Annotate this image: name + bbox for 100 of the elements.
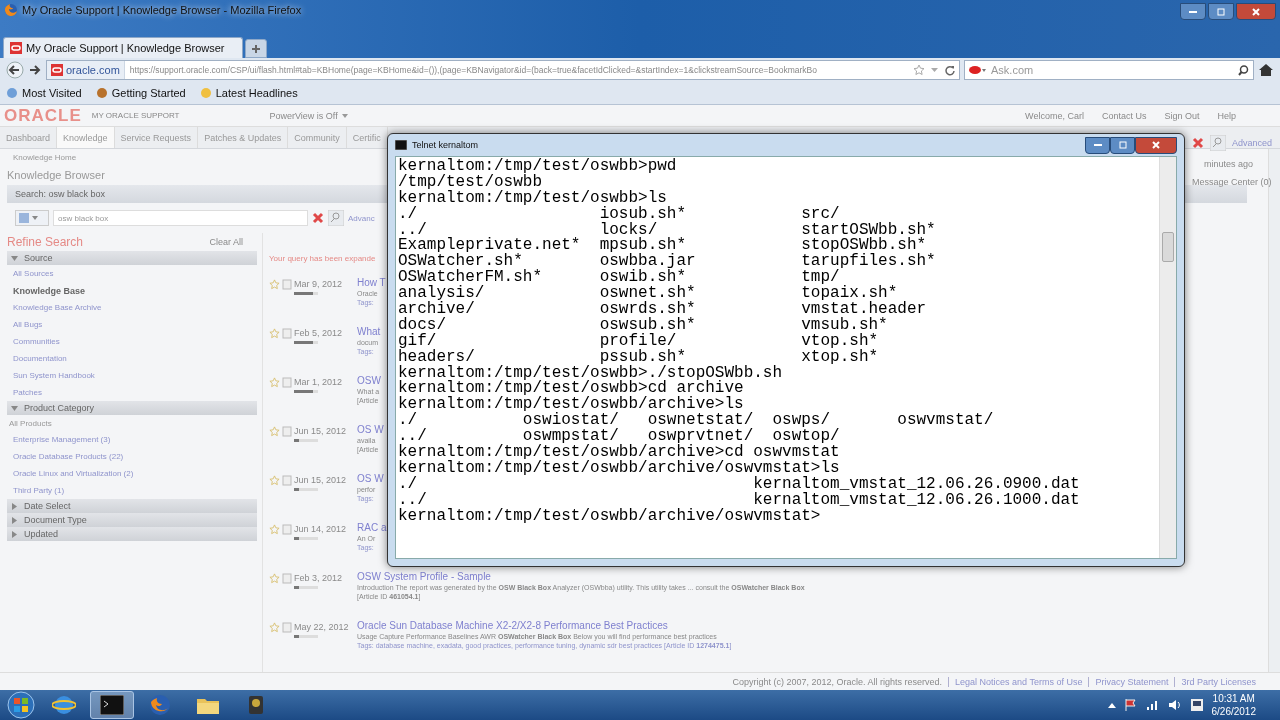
flag-icon[interactable] bbox=[1123, 698, 1138, 712]
star-icon[interactable] bbox=[269, 524, 280, 535]
search-engine-icon[interactable] bbox=[969, 65, 987, 75]
terminal-line: analysis/ oswnet.sh* topaix.sh* bbox=[398, 286, 898, 302]
expanded-triangle-icon[interactable] bbox=[11, 254, 18, 262]
back-icon[interactable] bbox=[6, 61, 24, 79]
star-icon[interactable] bbox=[269, 328, 280, 339]
result-title[interactable]: OS W bbox=[357, 424, 384, 435]
footer-link[interactable]: 3rd Party Licenses bbox=[1174, 676, 1256, 687]
maximize-button[interactable] bbox=[1110, 136, 1135, 154]
filter-link[interactable]: All Bugs bbox=[7, 316, 257, 333]
search-field[interactable]: Ask.com bbox=[964, 60, 1254, 80]
filter-label: All Products bbox=[8, 417, 53, 430]
minimize-button[interactable] bbox=[1085, 136, 1110, 154]
taskbar-button[interactable] bbox=[90, 691, 134, 719]
browser-icon[interactable] bbox=[148, 693, 172, 717]
filter-link[interactable]: Enterprise Management (3) bbox=[7, 431, 257, 448]
star-icon[interactable] bbox=[269, 377, 280, 388]
terminal-icon[interactable] bbox=[100, 695, 124, 715]
result-title[interactable]: RAC a bbox=[357, 522, 387, 533]
nav-tab[interactable]: Knowledge bbox=[57, 127, 115, 148]
browser-tab[interactable]: My Oracle Support | Knowledge Browser bbox=[3, 37, 243, 58]
nav-tab[interactable]: Community bbox=[288, 127, 347, 148]
result-title[interactable]: OSW System Profile - Sample bbox=[357, 571, 491, 582]
signal-icon[interactable] bbox=[1145, 699, 1160, 711]
header-link[interactable]: Help bbox=[1217, 110, 1236, 121]
forward-icon[interactable] bbox=[28, 63, 42, 77]
search-icon[interactable] bbox=[1238, 64, 1249, 76]
volume-icon[interactable] bbox=[1167, 699, 1182, 711]
filter-link[interactable]: Documentation bbox=[7, 350, 257, 367]
expanded-triangle-icon[interactable] bbox=[11, 404, 18, 412]
star-icon[interactable] bbox=[269, 475, 280, 486]
filter-link[interactable]: Knowledge Base bbox=[7, 282, 257, 299]
tray-arrow-icon[interactable] bbox=[1107, 702, 1116, 708]
terminal-line: kernaltom:/tmp/test/oswbb/archive/oswvmstat> bbox=[398, 508, 821, 525]
query-field[interactable]: osw black box bbox=[53, 210, 308, 226]
bookmark-icon bbox=[6, 87, 18, 99]
nav-tab[interactable]: Patches & Updates bbox=[198, 127, 289, 148]
footer-link[interactable]: Legal Notices and Terms of Use bbox=[948, 676, 1083, 687]
star-icon[interactable] bbox=[913, 64, 925, 76]
clear-icon[interactable] bbox=[1192, 137, 1204, 149]
section-header[interactable]: Date Select bbox=[7, 499, 257, 513]
reload-icon[interactable] bbox=[944, 64, 955, 76]
scrollbar-thumb[interactable] bbox=[1162, 232, 1174, 262]
star-icon[interactable] bbox=[269, 426, 280, 437]
terminal-title: Telnet kernaltom bbox=[412, 140, 479, 150]
nav-tab[interactable]: Service Requests bbox=[114, 127, 199, 148]
result-title[interactable]: Oracle Sun Database Machine X2-2/X2-8 Performance Best Practices bbox=[357, 620, 668, 631]
bookmark-link[interactable]: Getting Started bbox=[95, 87, 186, 99]
view-dropdown[interactable]: PowerView is Off bbox=[269, 110, 348, 121]
address-field[interactable]: oracle.com https://support.oracle.com/CSP/ui/flash.html#tab=KBHome(page=KBHome&id=()),(page=KBNavigator&id=(back=true&facetIdClicked=&startIndex=1&clickstreamSource=BookmarkBo bbox=[46, 60, 960, 80]
terminal-line: docs/ oswsub.sh* vmsub.sh* bbox=[398, 317, 888, 334]
footer-link[interactable]: Privacy Statement bbox=[1088, 676, 1169, 687]
star-icon[interactable] bbox=[269, 279, 280, 290]
filter-link[interactable]: All Sources bbox=[7, 265, 257, 282]
filter-link[interactable]: Oracle Linux and Virtualization (2) bbox=[7, 465, 257, 482]
result-title[interactable]: What bbox=[357, 326, 381, 337]
breadcrumb-link[interactable]: Knowledge Home bbox=[7, 149, 77, 165]
filter-link[interactable]: Patches bbox=[7, 384, 257, 401]
section-header[interactable]: Document Type bbox=[7, 513, 257, 527]
result-title[interactable]: OSW bbox=[357, 375, 381, 386]
clock[interactable]: 10:31 AM 6/26/2012 bbox=[1211, 692, 1256, 718]
header-link[interactable]: Contact Us bbox=[1101, 110, 1147, 121]
clear-icon[interactable] bbox=[312, 212, 324, 224]
bookmark-link[interactable]: Most Visited bbox=[6, 87, 82, 99]
section-header[interactable]: Source bbox=[7, 251, 257, 265]
advanced-link[interactable]: Advanced bbox=[1232, 138, 1273, 148]
message-center-link[interactable]: Message Center (0) bbox=[1192, 177, 1272, 187]
result-title[interactable]: How T bbox=[357, 277, 386, 288]
maximize-icon bbox=[1118, 141, 1127, 149]
section-header[interactable]: Product Category bbox=[7, 401, 257, 415]
globe-icon[interactable] bbox=[52, 693, 76, 717]
result-title[interactable]: OS W bbox=[357, 473, 384, 484]
new-tab-button[interactable] bbox=[245, 39, 267, 58]
bookmark-link[interactable]: Latest Headlines bbox=[199, 87, 298, 99]
close-button[interactable] bbox=[1236, 3, 1276, 20]
close-button[interactable] bbox=[1135, 136, 1177, 154]
home-icon[interactable] bbox=[1258, 63, 1274, 77]
scrollbar[interactable] bbox=[1159, 157, 1176, 558]
star-icon[interactable] bbox=[269, 622, 280, 633]
maximize-button[interactable] bbox=[1208, 3, 1234, 20]
filter-link[interactable]: Oracle Database Products (22) bbox=[7, 448, 257, 465]
filter-link[interactable]: Knowledge Base Archive bbox=[7, 299, 257, 316]
terminal-line: kernaltom:/tmp/test/oswbb/archive>ls bbox=[398, 397, 744, 414]
section-header[interactable]: Updated bbox=[7, 527, 257, 541]
bookmark-icon bbox=[199, 87, 212, 99]
terminal-line: kernaltom:/tmp/test/oswbb/archive>cd oswvmstat bbox=[398, 445, 840, 461]
star-icon[interactable] bbox=[269, 573, 280, 584]
terminal-line: ./ kernaltom_vmstat_12.06.26.0900.dat bbox=[398, 476, 1080, 493]
filter-link[interactable]: Third Party (1) bbox=[7, 482, 257, 499]
browser-icon bbox=[4, 3, 18, 17]
advanced-link[interactable]: Advanc bbox=[348, 213, 375, 223]
filter-link[interactable]: Sun System Handbook bbox=[7, 367, 257, 384]
minimize-button[interactable] bbox=[1180, 3, 1206, 20]
filter-link[interactable]: Communities bbox=[7, 333, 257, 350]
start-button[interactable] bbox=[4, 691, 38, 719]
camera-icon[interactable] bbox=[246, 693, 266, 717]
tray-app-icon[interactable] bbox=[1189, 698, 1204, 712]
clear-all-link[interactable]: Clear All bbox=[209, 237, 243, 247]
header-link[interactable]: Sign Out bbox=[1164, 110, 1200, 121]
